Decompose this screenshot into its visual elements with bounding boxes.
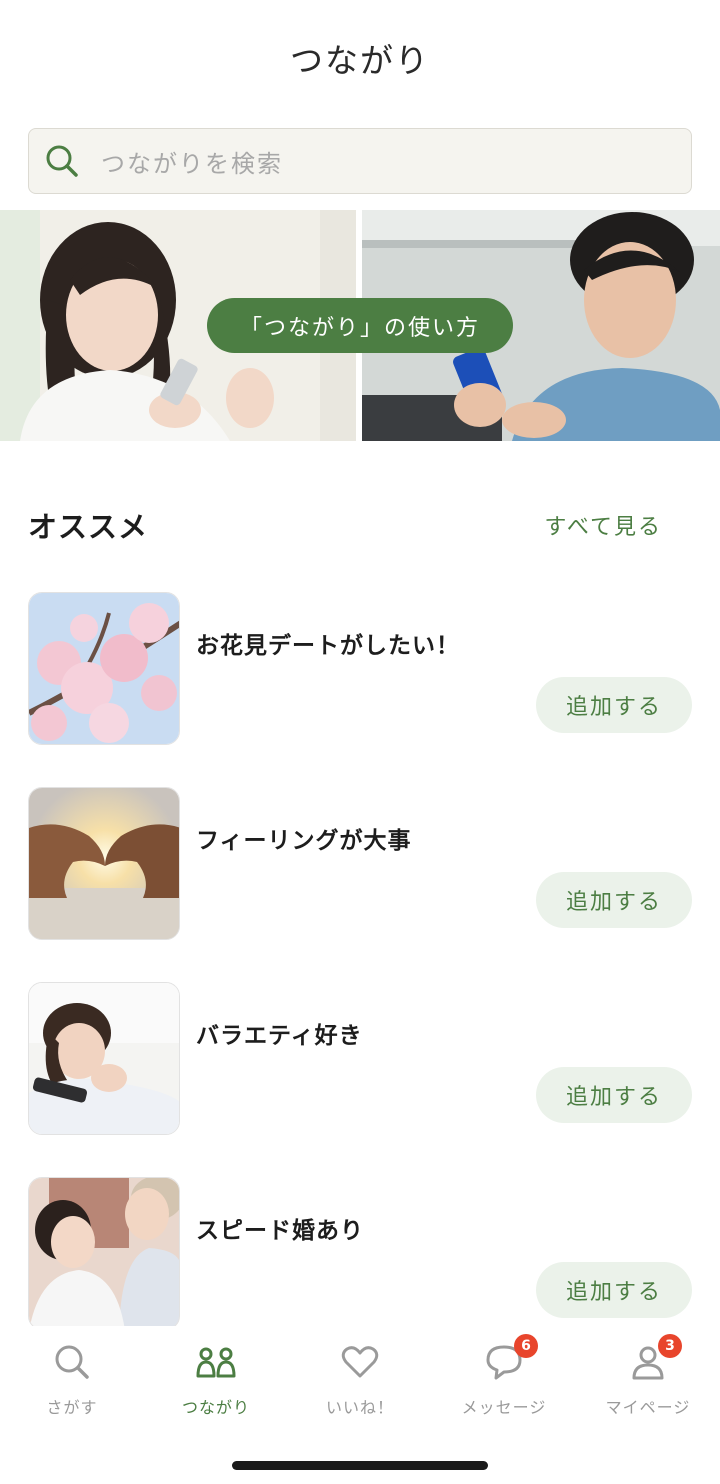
item-title: スピード婚あり: [196, 1218, 364, 1244]
search-icon: [55, 1345, 89, 1379]
add-button[interactable]: 追加する: [536, 677, 692, 733]
see-all-link[interactable]: すべて見る: [544, 509, 662, 541]
recommend-list: お花見デートがしたい！ 追加する フィーリングが大事 追加する バラエティ好き …: [28, 592, 692, 1372]
tab-search[interactable]: さがす: [0, 1342, 144, 1426]
how-to-banner[interactable]: 「つながり」の使い方: [0, 210, 720, 441]
list-item[interactable]: お花見デートがしたい！ 追加する: [28, 592, 692, 787]
item-title: お花見デートがしたい！: [196, 633, 460, 659]
message-badge: 6: [514, 1334, 538, 1358]
item-title: フィーリングが大事: [196, 828, 412, 854]
search-input[interactable]: つながりを検索: [28, 128, 692, 194]
how-to-button[interactable]: 「つながり」の使い方: [207, 298, 513, 353]
tab-label: マイページ: [605, 1398, 691, 1417]
section-title: オススメ: [28, 510, 149, 544]
search-icon: [46, 145, 78, 177]
search-placeholder: つながりを検索: [101, 149, 283, 178]
tab-label: さがす: [46, 1398, 98, 1417]
mypage-badge: 3: [658, 1334, 682, 1358]
tab-likes[interactable]: いいね！: [288, 1342, 432, 1426]
heart-icon: [341, 1346, 379, 1378]
add-button[interactable]: 追加する: [536, 872, 692, 928]
tab-label: つながり: [181, 1398, 250, 1417]
list-item[interactable]: バラエティ好き 追加する: [28, 982, 692, 1177]
heart-hands-thumbnail: [28, 787, 180, 940]
page-title: つながり: [290, 41, 430, 80]
add-button[interactable]: 追加する: [536, 1067, 692, 1123]
people-icon: [196, 1347, 236, 1378]
tab-connections[interactable]: つながり: [144, 1342, 288, 1426]
tab-label: メッセージ: [461, 1398, 547, 1417]
tab-mypage[interactable]: 3 マイページ: [576, 1334, 720, 1426]
home-indicator: [232, 1461, 488, 1470]
add-button[interactable]: 追加する: [536, 1262, 692, 1318]
recommend-section-header: オススメ すべて見る: [28, 500, 692, 550]
tab-label: いいね！: [325, 1398, 394, 1417]
tab-messages[interactable]: 6 メッセージ: [432, 1334, 576, 1426]
cherry-blossom-thumbnail: [28, 592, 180, 745]
wedding-couple-thumbnail: [28, 1177, 180, 1330]
item-title: バラエティ好き: [196, 1023, 363, 1049]
list-item[interactable]: フィーリングが大事 追加する: [28, 787, 692, 982]
smiling-woman-thumbnail: [28, 982, 180, 1135]
header: つながり: [0, 0, 720, 118]
